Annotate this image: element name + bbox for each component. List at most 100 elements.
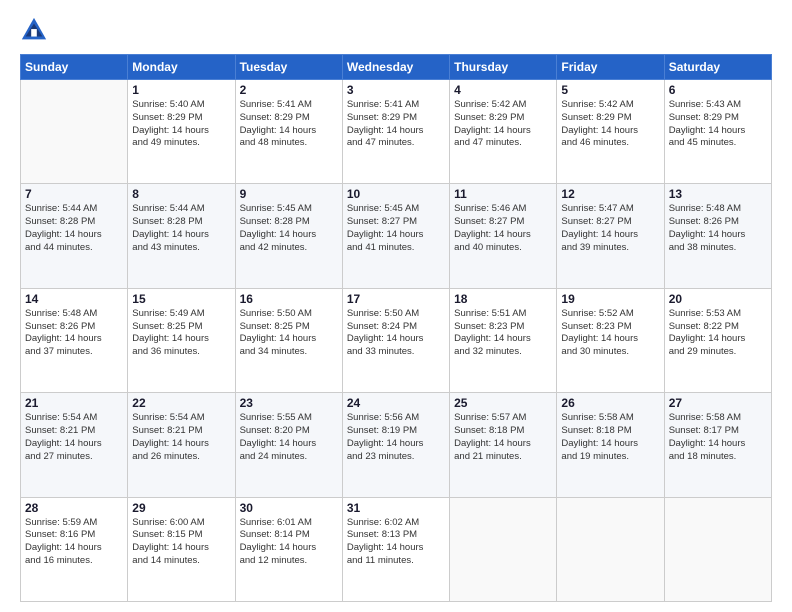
- day-number: 10: [347, 187, 445, 201]
- cell-content: Sunrise: 6:02 AMSunset: 8:13 PMDaylight:…: [347, 517, 445, 568]
- cell-content: Sunrise: 5:54 AMSunset: 8:21 PMDaylight:…: [25, 412, 123, 463]
- week-row-2: 7 Sunrise: 5:44 AMSunset: 8:28 PMDaylight…: [21, 184, 772, 288]
- day-number: 17: [347, 292, 445, 306]
- day-header-wednesday: Wednesday: [342, 55, 449, 80]
- calendar-cell: 23 Sunrise: 5:55 AMSunset: 8:20 PMDayligh…: [235, 393, 342, 497]
- cell-content: Sunrise: 5:51 AMSunset: 8:23 PMDaylight:…: [454, 308, 552, 359]
- day-number: 5: [561, 83, 659, 97]
- logo-icon: [20, 16, 48, 44]
- calendar-cell: 15 Sunrise: 5:49 AMSunset: 8:25 PMDayligh…: [128, 288, 235, 392]
- cell-content: Sunrise: 5:43 AMSunset: 8:29 PMDaylight:…: [669, 99, 767, 150]
- cell-content: Sunrise: 5:48 AMSunset: 8:26 PMDaylight:…: [25, 308, 123, 359]
- calendar-cell: 6 Sunrise: 5:43 AMSunset: 8:29 PMDaylight…: [664, 80, 771, 184]
- cell-content: Sunrise: 5:44 AMSunset: 8:28 PMDaylight:…: [132, 203, 230, 254]
- day-header-tuesday: Tuesday: [235, 55, 342, 80]
- cell-content: Sunrise: 5:50 AMSunset: 8:24 PMDaylight:…: [347, 308, 445, 359]
- header: [20, 16, 772, 44]
- day-number: 28: [25, 501, 123, 515]
- day-number: 3: [347, 83, 445, 97]
- cell-content: Sunrise: 5:45 AMSunset: 8:27 PMDaylight:…: [347, 203, 445, 254]
- day-number: 23: [240, 396, 338, 410]
- calendar-cell: 7 Sunrise: 5:44 AMSunset: 8:28 PMDaylight…: [21, 184, 128, 288]
- calendar-cell: 24 Sunrise: 5:56 AMSunset: 8:19 PMDayligh…: [342, 393, 449, 497]
- day-number: 13: [669, 187, 767, 201]
- day-number: 15: [132, 292, 230, 306]
- day-number: 26: [561, 396, 659, 410]
- calendar-cell: 9Sunrise: 5:45 AMSunset: 8:28 PMDaylight…: [235, 184, 342, 288]
- cell-content: Sunrise: 5:50 AMSunset: 8:25 PMDaylight:…: [240, 308, 338, 359]
- cell-content: Sunrise: 5:42 AMSunset: 8:29 PMDaylight:…: [454, 99, 552, 150]
- calendar-table: SundayMondayTuesdayWednesdayThursdayFrid…: [20, 54, 772, 602]
- calendar-cell: [21, 80, 128, 184]
- cell-content: Sunrise: 5:49 AMSunset: 8:25 PMDaylight:…: [132, 308, 230, 359]
- day-number: 7: [25, 187, 123, 201]
- calendar-cell: 27Sunrise: 5:58 AMSunset: 8:17 PMDayligh…: [664, 393, 771, 497]
- day-number: 24: [347, 396, 445, 410]
- day-number: 21: [25, 396, 123, 410]
- logo: [20, 16, 54, 44]
- day-number: 8: [132, 187, 230, 201]
- cell-content: Sunrise: 5:44 AMSunset: 8:28 PMDaylight:…: [25, 203, 123, 254]
- week-row-5: 28 Sunrise: 5:59 AMSunset: 8:16 PMDayligh…: [21, 497, 772, 601]
- day-number: 31: [347, 501, 445, 515]
- day-header-sunday: Sunday: [21, 55, 128, 80]
- calendar-cell: 16 Sunrise: 5:50 AMSunset: 8:25 PMDayligh…: [235, 288, 342, 392]
- cell-content: Sunrise: 5:47 AMSunset: 8:27 PMDaylight:…: [561, 203, 659, 254]
- day-number: 29: [132, 501, 230, 515]
- day-header-monday: Monday: [128, 55, 235, 80]
- cell-content: Sunrise: 5:58 AMSunset: 8:18 PMDaylight:…: [561, 412, 659, 463]
- cell-content: Sunrise: 5:42 AMSunset: 8:29 PMDaylight:…: [561, 99, 659, 150]
- day-number: 14: [25, 292, 123, 306]
- calendar-cell: 26 Sunrise: 5:58 AMSunset: 8:18 PMDayligh…: [557, 393, 664, 497]
- calendar-cell: 18Sunrise: 5:51 AMSunset: 8:23 PMDayligh…: [450, 288, 557, 392]
- cell-content: Sunrise: 5:59 AMSunset: 8:16 PMDaylight:…: [25, 517, 123, 568]
- calendar-cell: 4Sunrise: 5:42 AMSunset: 8:29 PMDaylight…: [450, 80, 557, 184]
- calendar-cell: 28 Sunrise: 5:59 AMSunset: 8:16 PMDayligh…: [21, 497, 128, 601]
- calendar-cell: 14 Sunrise: 5:48 AMSunset: 8:26 PMDayligh…: [21, 288, 128, 392]
- day-header-saturday: Saturday: [664, 55, 771, 80]
- cell-content: Sunrise: 5:58 AMSunset: 8:17 PMDaylight:…: [669, 412, 767, 463]
- week-row-3: 14 Sunrise: 5:48 AMSunset: 8:26 PMDayligh…: [21, 288, 772, 392]
- calendar-cell: 19 Sunrise: 5:52 AMSunset: 8:23 PMDayligh…: [557, 288, 664, 392]
- calendar-cell: 29 Sunrise: 6:00 AMSunset: 8:15 PMDayligh…: [128, 497, 235, 601]
- calendar-cell: 30Sunrise: 6:01 AMSunset: 8:14 PMDayligh…: [235, 497, 342, 601]
- day-number: 19: [561, 292, 659, 306]
- cell-content: Sunrise: 5:40 AMSunset: 8:29 PMDaylight:…: [132, 99, 230, 150]
- day-number: 25: [454, 396, 552, 410]
- cell-content: Sunrise: 5:55 AMSunset: 8:20 PMDaylight:…: [240, 412, 338, 463]
- calendar-cell: 22 Sunrise: 5:54 AMSunset: 8:21 PMDayligh…: [128, 393, 235, 497]
- cell-content: Sunrise: 5:52 AMSunset: 8:23 PMDaylight:…: [561, 308, 659, 359]
- calendar-cell: 5 Sunrise: 5:42 AMSunset: 8:29 PMDaylight…: [557, 80, 664, 184]
- cell-content: Sunrise: 5:48 AMSunset: 8:26 PMDaylight:…: [669, 203, 767, 254]
- day-number: 2: [240, 83, 338, 97]
- cell-content: Sunrise: 5:45 AMSunset: 8:28 PMDaylight:…: [240, 203, 338, 254]
- cell-content: Sunrise: 5:53 AMSunset: 8:22 PMDaylight:…: [669, 308, 767, 359]
- calendar-cell: 25Sunrise: 5:57 AMSunset: 8:18 PMDayligh…: [450, 393, 557, 497]
- cell-content: Sunrise: 5:41 AMSunset: 8:29 PMDaylight:…: [240, 99, 338, 150]
- day-header-friday: Friday: [557, 55, 664, 80]
- calendar-cell: 1 Sunrise: 5:40 AMSunset: 8:29 PMDaylight…: [128, 80, 235, 184]
- cell-content: Sunrise: 5:54 AMSunset: 8:21 PMDaylight:…: [132, 412, 230, 463]
- day-number: 22: [132, 396, 230, 410]
- calendar-cell: 31 Sunrise: 6:02 AMSunset: 8:13 PMDayligh…: [342, 497, 449, 601]
- day-number: 11: [454, 187, 552, 201]
- calendar-cell: 11 Sunrise: 5:46 AMSunset: 8:27 PMDayligh…: [450, 184, 557, 288]
- calendar-cell: 13 Sunrise: 5:48 AMSunset: 8:26 PMDayligh…: [664, 184, 771, 288]
- day-header-thursday: Thursday: [450, 55, 557, 80]
- day-number: 6: [669, 83, 767, 97]
- day-number: 16: [240, 292, 338, 306]
- days-header-row: SundayMondayTuesdayWednesdayThursdayFrid…: [21, 55, 772, 80]
- calendar-cell: 12 Sunrise: 5:47 AMSunset: 8:27 PMDayligh…: [557, 184, 664, 288]
- calendar-cell: 8 Sunrise: 5:44 AMSunset: 8:28 PMDaylight…: [128, 184, 235, 288]
- calendar-cell: [664, 497, 771, 601]
- cell-content: Sunrise: 5:41 AMSunset: 8:29 PMDaylight:…: [347, 99, 445, 150]
- calendar-cell: 17 Sunrise: 5:50 AMSunset: 8:24 PMDayligh…: [342, 288, 449, 392]
- cell-content: Sunrise: 6:00 AMSunset: 8:15 PMDaylight:…: [132, 517, 230, 568]
- day-number: 1: [132, 83, 230, 97]
- day-number: 12: [561, 187, 659, 201]
- cell-content: Sunrise: 5:46 AMSunset: 8:27 PMDaylight:…: [454, 203, 552, 254]
- day-number: 20: [669, 292, 767, 306]
- cell-content: Sunrise: 5:56 AMSunset: 8:19 PMDaylight:…: [347, 412, 445, 463]
- week-row-4: 21 Sunrise: 5:54 AMSunset: 8:21 PMDayligh…: [21, 393, 772, 497]
- week-row-1: 1 Sunrise: 5:40 AMSunset: 8:29 PMDaylight…: [21, 80, 772, 184]
